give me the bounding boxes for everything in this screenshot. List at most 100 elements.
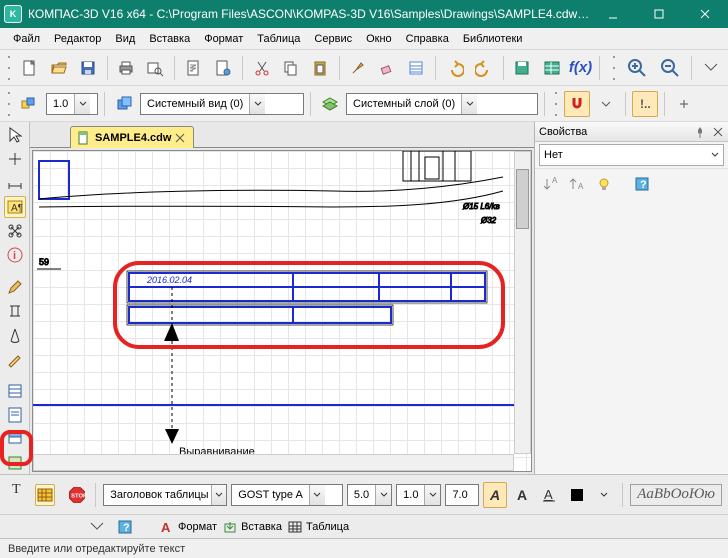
copy-button[interactable] [278,55,304,81]
table-tool[interactable] [35,484,55,506]
report-tool[interactable] [4,404,26,426]
text-insert-tool[interactable]: T [7,477,29,499]
properties-button[interactable] [403,55,429,81]
panel-tab-insert[interactable]: Вставка [223,520,282,534]
toolbar-grip[interactable] [553,92,559,116]
menu-view[interactable]: Вид [108,31,142,47]
views-button[interactable] [111,91,137,117]
eraser-button[interactable] [374,55,400,81]
menu-window[interactable]: Окно [359,31,399,47]
brush-button[interactable] [346,55,372,81]
toolbar-grip[interactable] [6,56,12,80]
menu-editor[interactable]: Редактор [47,31,108,47]
color-button[interactable] [565,482,588,508]
toolbar-grip[interactable] [611,56,617,80]
italic-button[interactable]: A [483,482,506,508]
edit-tool[interactable] [4,276,26,298]
line-tool[interactable] [4,148,26,170]
document-tab[interactable]: SAMPLE4.cdw [70,126,194,148]
size3-input[interactable]: 7.0 [445,484,479,506]
pin-icon[interactable] [694,126,706,138]
save-button[interactable] [75,55,101,81]
underline-button[interactable]: A [538,482,561,508]
chevron-down-icon[interactable] [309,485,325,505]
chevron-down-icon[interactable] [211,485,226,505]
help-button[interactable]: ? [631,173,653,195]
drawing-canvas[interactable]: Ø15 L6/kв Ø32 59 [32,150,532,472]
chevron-down-icon[interactable] [424,485,440,505]
menu-format[interactable]: Формат [197,31,250,47]
scroll-thumb[interactable] [516,169,529,229]
scale-combo[interactable]: 1.0 [46,93,98,115]
chevron-down-icon[interactable] [74,94,90,114]
prev-page-button[interactable] [181,55,207,81]
size2-combo[interactable]: 1.0 [396,484,441,506]
minimize-button[interactable] [590,0,636,28]
info-tool[interactable]: i [4,244,26,266]
bold-button[interactable]: A [511,482,534,508]
menu-help[interactable]: Справка [399,31,456,47]
stop-button[interactable]: STOP [66,484,88,506]
svg-text:STOP: STOP [71,493,87,499]
close-icon[interactable] [712,126,724,138]
accept-button[interactable] [86,516,108,538]
dimension-tool[interactable] [4,172,26,194]
view-manage-button[interactable] [17,91,43,117]
chevron-down-icon[interactable] [461,94,477,114]
table-button[interactable] [539,55,565,81]
help-small-button[interactable]: ? [114,516,136,538]
more-button[interactable] [593,91,619,117]
compass-tool[interactable] [4,324,26,346]
save-group-button[interactable] [510,55,536,81]
next-page-button[interactable] [210,55,236,81]
paste-button[interactable] [307,55,333,81]
properties-object-combo[interactable]: Нет [539,144,724,166]
light-button[interactable] [593,173,615,195]
undo-button[interactable] [442,55,468,81]
menu-table[interactable]: Таблица [250,31,307,47]
menu-insert[interactable]: Вставка [142,31,197,47]
menu-service[interactable]: Сервис [307,31,359,47]
param-tool[interactable] [4,300,26,322]
panel-tab-table[interactable]: Таблица [288,520,349,534]
open-button[interactable] [46,55,72,81]
print-button[interactable] [114,55,140,81]
pencil-tool[interactable] [4,348,26,370]
more-button[interactable] [698,55,724,81]
menu-libs[interactable]: Библиотеки [456,31,530,47]
print-preview-button[interactable] [142,55,168,81]
zoom-in-button[interactable] [622,53,652,83]
toolbar-grip[interactable] [6,92,12,116]
cut-button[interactable] [249,55,275,81]
new-doc-button[interactable] [17,55,43,81]
zoom-out-button[interactable] [655,53,685,83]
horizontal-scrollbar[interactable] [33,454,514,471]
close-icon[interactable] [175,133,185,143]
sort-desc-button[interactable]: A [567,173,589,195]
cursor-tool[interactable] [4,124,26,146]
vertical-scrollbar[interactable] [514,151,531,454]
size1-combo[interactable]: 5.0 [347,484,392,506]
font-combo[interactable]: GOST type A [231,484,343,506]
layers-button[interactable] [317,91,343,117]
table-style-combo[interactable]: Заголовок таблицы [103,484,227,506]
chevron-down-icon[interactable] [711,152,719,158]
fx-button[interactable]: f(x) [568,55,594,81]
chevron-down-icon[interactable] [375,485,391,505]
redo-button[interactable] [471,55,497,81]
spec-tool[interactable] [4,380,26,402]
close-button[interactable] [682,0,728,28]
menu-file[interactable]: Файл [6,31,47,47]
spec-button[interactable]: !.. [632,91,658,117]
view-name-combo[interactable]: Системный вид (0) [140,93,304,115]
sort-asc-button[interactable]: A [541,173,563,195]
dropdown-extra[interactable] [592,482,615,508]
chevron-down-icon[interactable] [249,94,265,114]
maximize-button[interactable] [636,0,682,28]
snap-button[interactable] [564,91,590,117]
small-plus-button[interactable] [671,91,697,117]
assembly-tool[interactable] [4,220,26,242]
layer-name-combo[interactable]: Системный слой (0) [346,93,538,115]
text-tool[interactable]: A¶ [4,196,26,218]
panel-tab-format[interactable]: A Формат [160,520,217,534]
